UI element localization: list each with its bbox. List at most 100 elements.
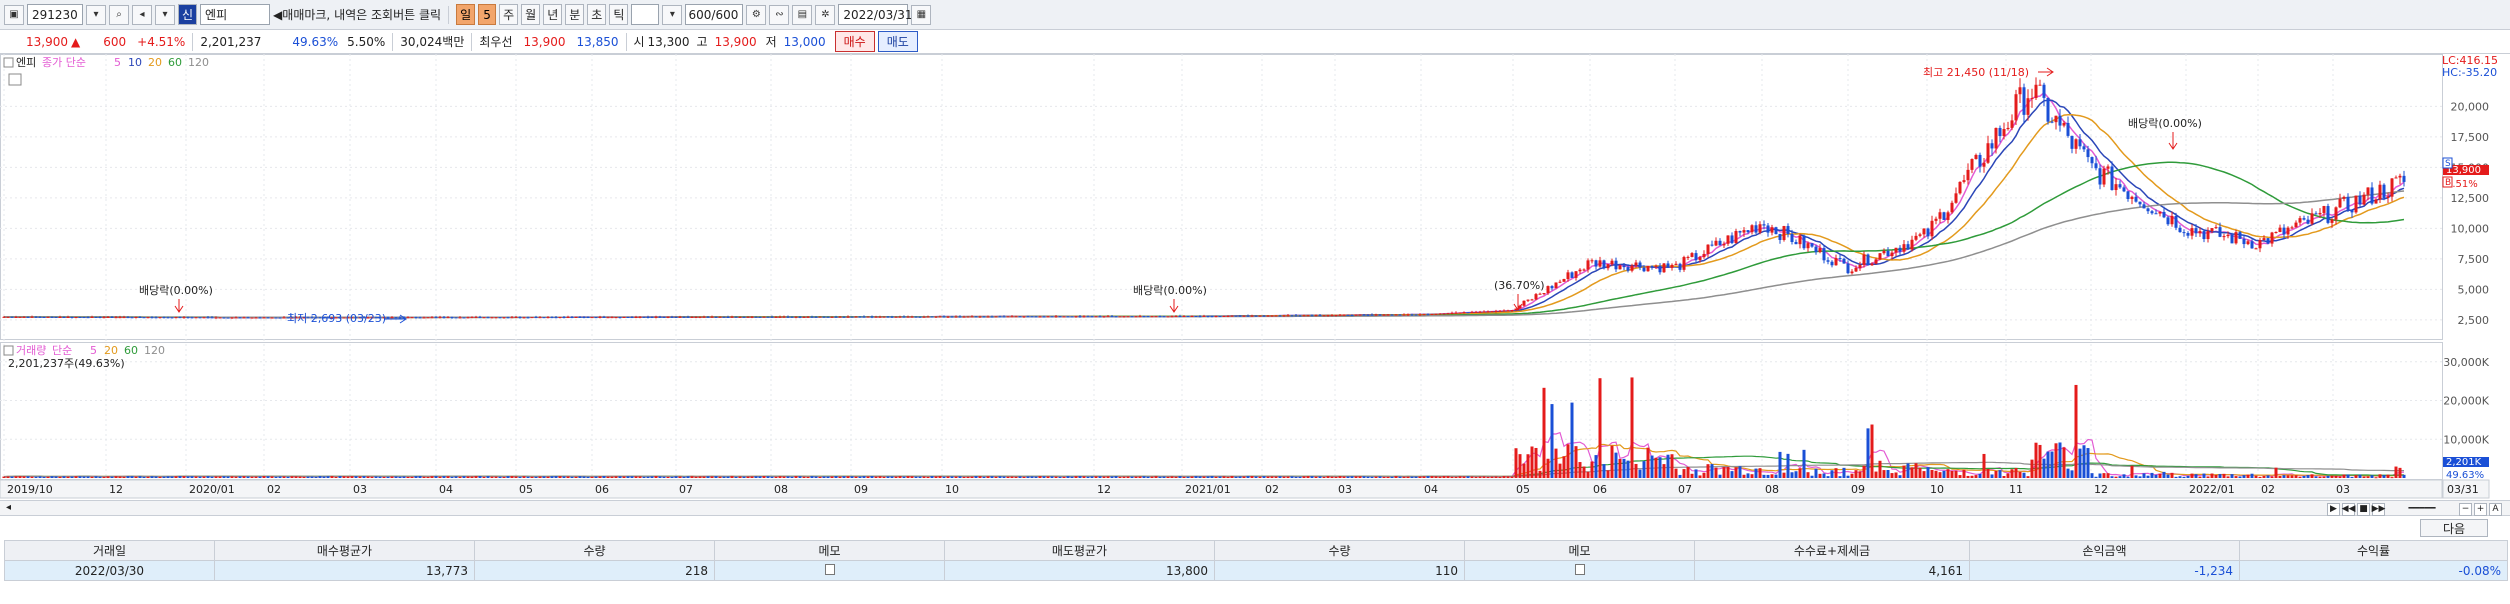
date-input[interactable]: 2022/03/31 xyxy=(838,4,913,25)
chart-scrollbar[interactable]: ◂ ▶ ◀◀ ■ ▶▶ ━━━━━ − + A xyxy=(0,500,2510,516)
chart-area[interactable]: 2,5005,0007,50010,00012,50015,00017,5002… xyxy=(0,54,2510,508)
day-count[interactable]: 5 xyxy=(478,4,497,25)
y-tick-label: 5,000 xyxy=(2458,283,2490,296)
tab-year[interactable]: 년 xyxy=(543,4,563,25)
volume-bar xyxy=(1142,476,1146,478)
volume-bar xyxy=(1070,476,1074,478)
cell-sell-memo[interactable] xyxy=(1464,560,1695,581)
volume-bar xyxy=(2034,442,2038,478)
tab-second[interactable]: 초 xyxy=(587,4,607,25)
chevron-down-icon[interactable]: ▾ xyxy=(662,4,683,25)
volume-bar xyxy=(1010,476,1014,478)
buy-button[interactable]: 매수 xyxy=(834,31,875,52)
volume-bar xyxy=(1266,476,1270,478)
zoom-out-icon[interactable]: − xyxy=(2459,502,2472,516)
zoom-slider[interactable]: ━━━━━ xyxy=(2387,503,2457,516)
volume-bar xyxy=(470,476,474,478)
zoom-in-icon[interactable]: + xyxy=(2474,502,2487,516)
gear-icon[interactable]: ✲ xyxy=(815,4,836,25)
volume-bar xyxy=(142,476,146,478)
tab-week[interactable]: 주 xyxy=(499,4,519,25)
window-icon[interactable]: ▣ xyxy=(4,4,24,25)
memo-icon[interactable] xyxy=(1574,563,1585,575)
volume-bar xyxy=(1446,476,1450,478)
volume-bar xyxy=(14,476,18,478)
up-arrow-icon: ▲ xyxy=(71,34,81,49)
chevron-down-icon[interactable]: ▾ xyxy=(155,4,175,25)
volume-bar xyxy=(2402,474,2406,478)
stock-name-field[interactable]: 엔피 xyxy=(200,4,271,25)
candle xyxy=(2354,195,2358,214)
x-tick-label: 02 xyxy=(2261,483,2275,496)
volume-bar xyxy=(970,476,974,478)
cell-buy-memo[interactable] xyxy=(714,560,945,581)
volume-bar xyxy=(2014,468,2018,478)
volume-bar xyxy=(338,476,342,478)
open-label: 시 xyxy=(633,35,645,49)
next-button[interactable]: 다음 xyxy=(2420,519,2488,537)
rewind-icon[interactable]: ◀◀ xyxy=(2342,502,2355,516)
volume-bar xyxy=(1414,476,1418,478)
volume-bar xyxy=(362,476,366,478)
grid-toggle-icon[interactable] xyxy=(8,73,22,86)
main-toolbar: ▣ 291230 ▾ ⌕ ◂ ▾ 신 엔피 ◀매매마크, 내역은 조회버튼 클릭… xyxy=(0,0,2510,30)
forward-icon[interactable]: ▶▶ xyxy=(2372,502,2385,516)
volume-bar xyxy=(1854,470,1858,478)
volume-bar xyxy=(2114,476,2118,478)
volume-bar xyxy=(2162,471,2166,478)
tab-minute[interactable]: 분 xyxy=(565,4,585,25)
search-icon[interactable]: ⌕ xyxy=(109,4,129,25)
sell-button[interactable]: 매도 xyxy=(877,31,918,52)
volume-bar xyxy=(942,476,946,478)
code-input[interactable]: 291230 xyxy=(27,4,83,25)
price-volume-chart[interactable]: 2,5005,0007,50010,00012,50015,00017,5002… xyxy=(0,54,2510,500)
volume-bar xyxy=(658,476,662,478)
volume-bar xyxy=(630,476,634,478)
candle xyxy=(1434,313,1438,315)
volume-bar xyxy=(82,476,86,478)
font-icon[interactable]: A xyxy=(2489,502,2502,516)
volume-bar xyxy=(1890,473,1894,478)
tab-day[interactable]: 일 xyxy=(456,4,476,25)
volume-bar xyxy=(974,476,978,478)
volume-bar xyxy=(2270,476,2274,478)
play-icon[interactable]: ▶ xyxy=(2327,502,2340,516)
volume-bar xyxy=(2166,474,2170,478)
volume-bar xyxy=(146,476,150,478)
volume-bar xyxy=(258,476,262,478)
interval-select[interactable] xyxy=(631,4,660,25)
table-row[interactable]: 2022/03/30 13,773 218 13,800 110 4,161 -… xyxy=(4,560,2508,581)
calendar-icon[interactable]: ▦ xyxy=(911,4,932,25)
stop-icon[interactable]: ■ xyxy=(2357,502,2370,516)
volume-bar xyxy=(1578,462,1582,478)
count-input[interactable]: 600/600 xyxy=(685,4,744,25)
candle xyxy=(966,316,970,318)
volume-bar xyxy=(1762,474,1766,478)
volume-bar xyxy=(426,476,430,478)
dropdown-icon[interactable]: ▾ xyxy=(86,4,106,25)
memo-icon[interactable] xyxy=(824,563,835,575)
volume-bar xyxy=(1154,476,1158,478)
volume-bar xyxy=(2082,445,2086,478)
volume-bar xyxy=(114,476,118,478)
scroll-left-icon[interactable]: ◂ xyxy=(6,502,11,513)
volume-bar xyxy=(810,476,814,478)
tab-tick[interactable]: 틱 xyxy=(609,4,629,25)
volume-bar xyxy=(434,476,438,478)
sound-icon[interactable]: ◂ xyxy=(132,4,152,25)
tab-month[interactable]: 월 xyxy=(521,4,541,25)
candle xyxy=(226,317,230,319)
volume-bar xyxy=(666,476,670,478)
volume-bar xyxy=(206,476,210,478)
volume-y-tick-label: 10,000K xyxy=(2443,433,2489,446)
volume-bar xyxy=(1830,470,1834,478)
high-price: 13,900 xyxy=(714,34,757,49)
link-icon[interactable]: ∾ xyxy=(769,4,790,25)
volume-bar xyxy=(1726,466,1730,478)
save-icon[interactable]: ▤ xyxy=(792,4,813,25)
settings-icon[interactable]: ⚙ xyxy=(746,4,767,25)
volume-bar xyxy=(738,476,742,478)
volume-bar xyxy=(370,476,374,478)
volume-bar xyxy=(2102,473,2106,478)
volume-bar xyxy=(1450,476,1454,478)
